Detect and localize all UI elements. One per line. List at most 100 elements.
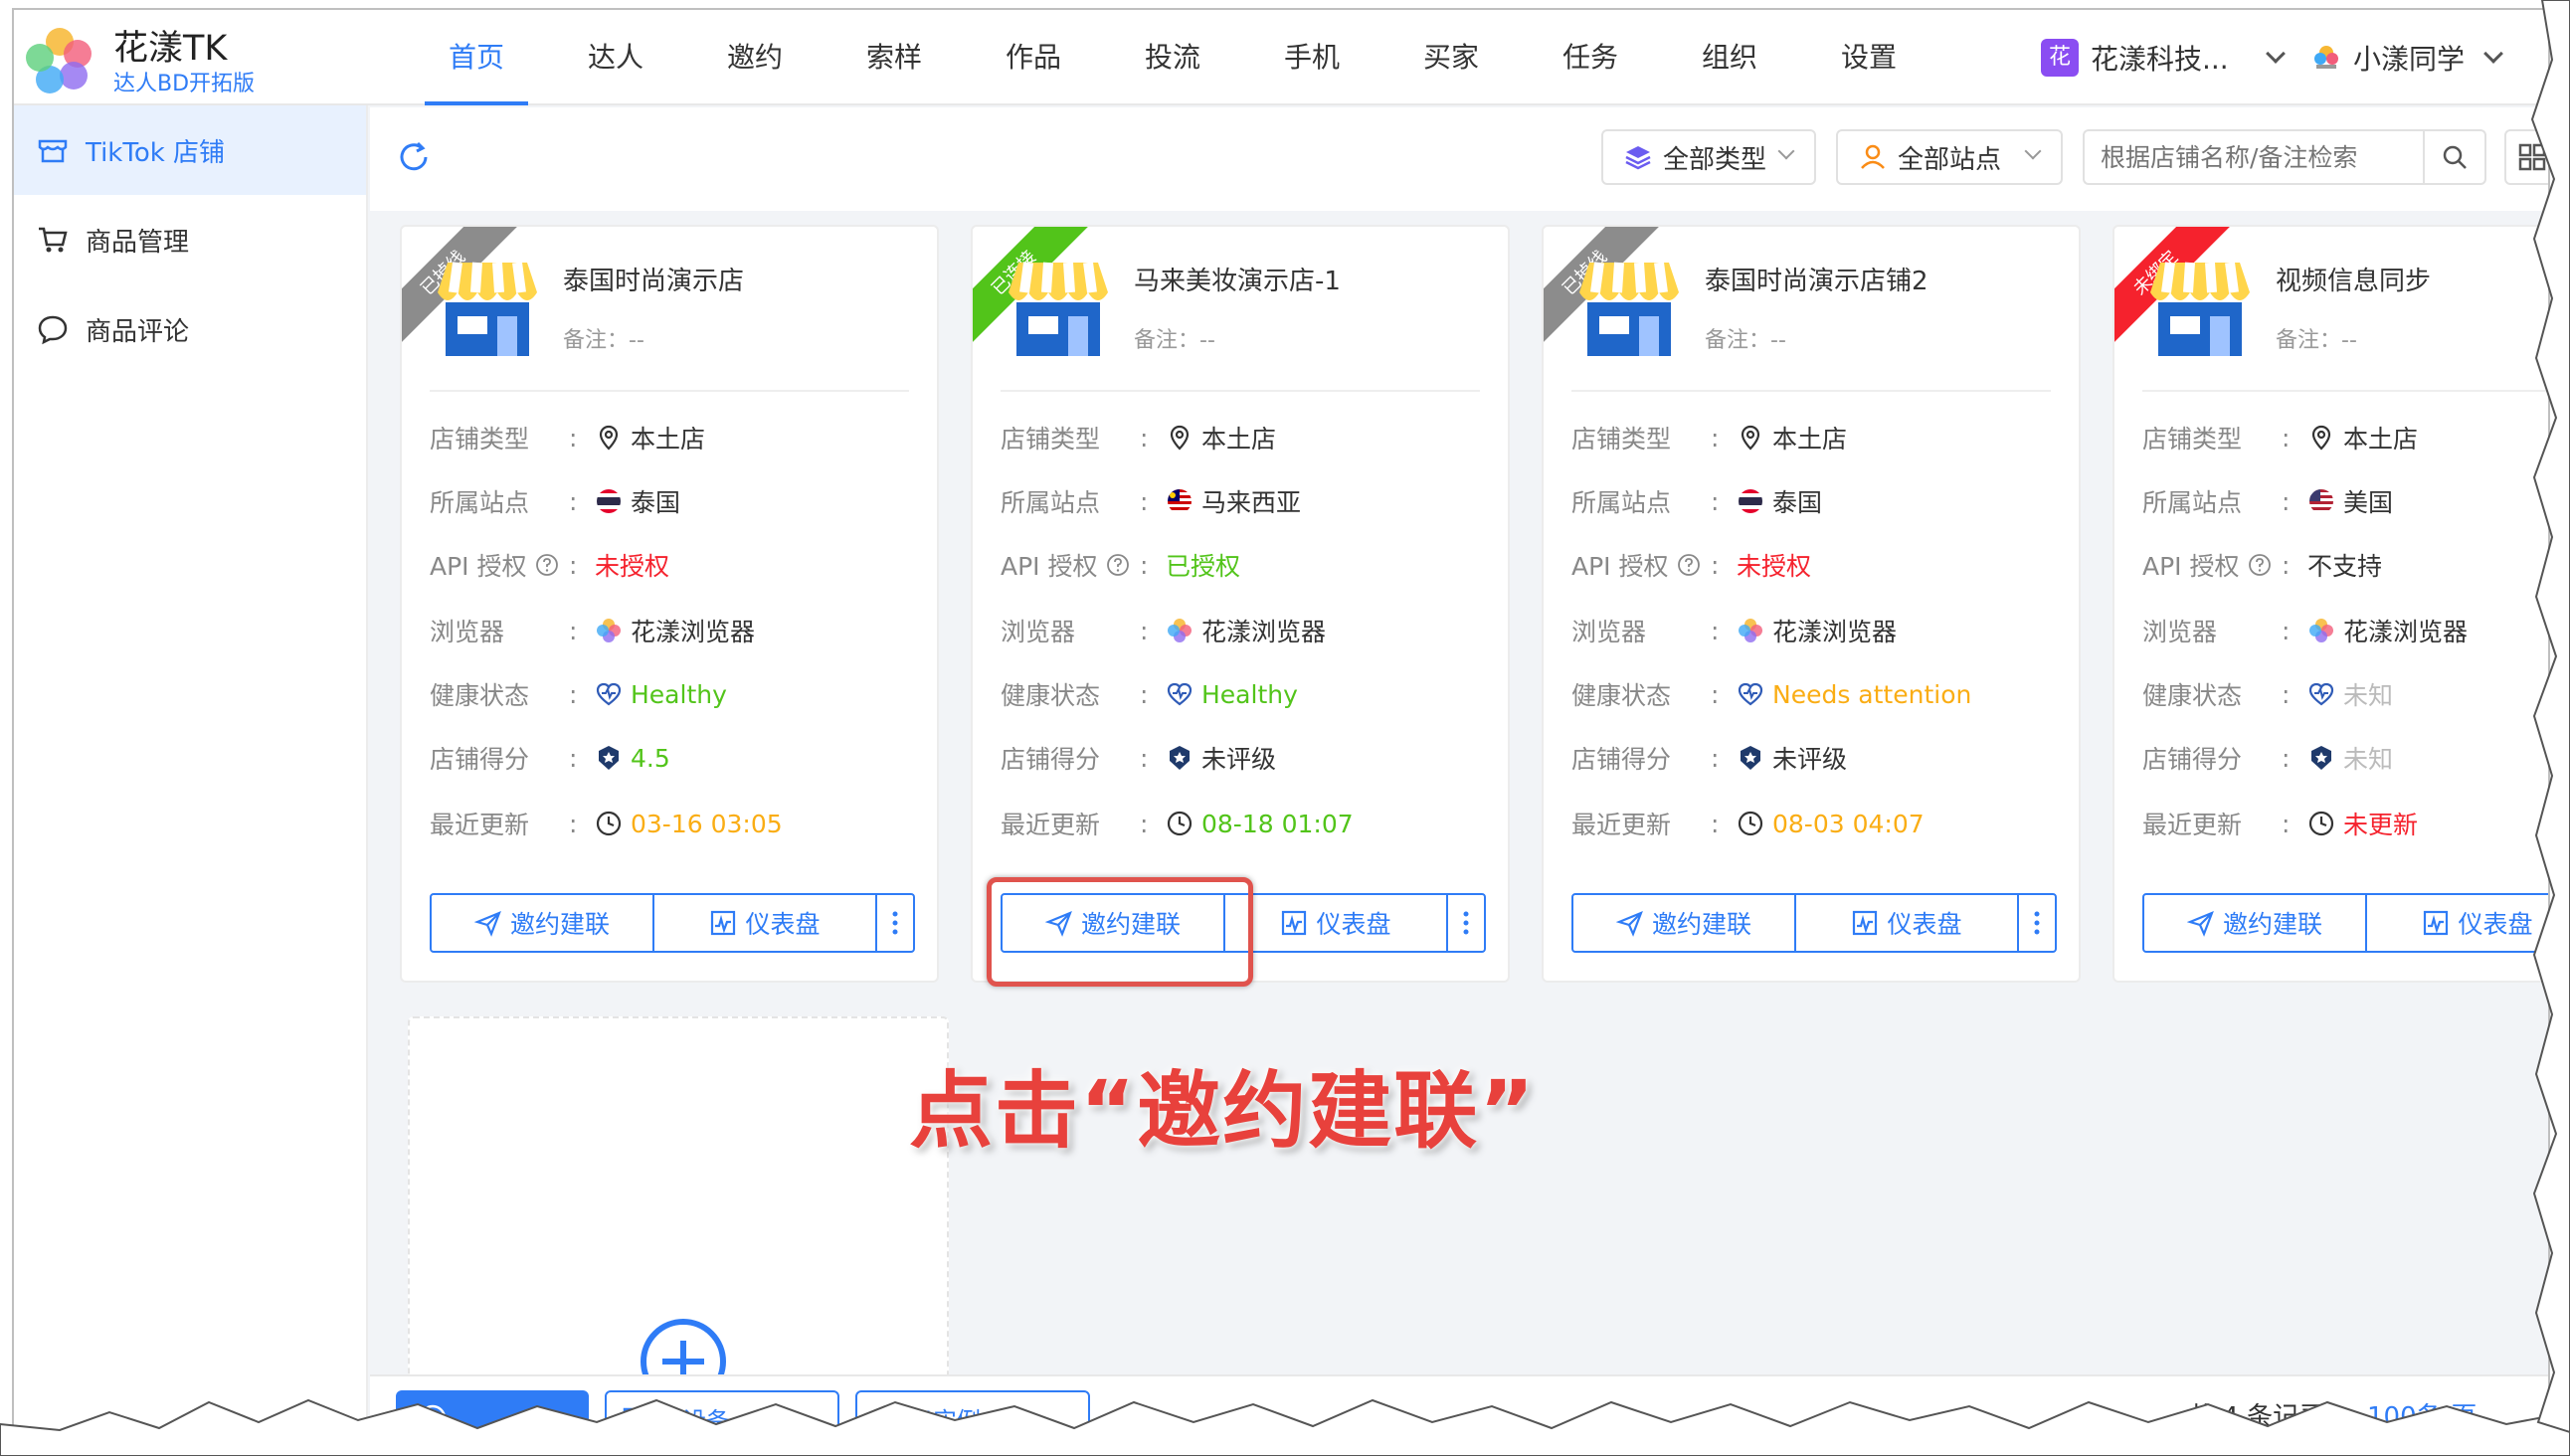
shop-card[interactable]: 已掉线 泰国时尚演示店 备注：-- 店铺类型 : 本土店 所属站点 : 泰国 API… xyxy=(400,225,939,983)
nav-home[interactable]: 首页 xyxy=(407,10,546,105)
info-label: 所属站点 xyxy=(2142,483,2282,519)
shop-name[interactable]: 泰国时尚演示店 xyxy=(563,261,744,297)
nav-samples[interactable]: 索样 xyxy=(825,10,964,105)
invite-button[interactable]: 邀约建联 xyxy=(1573,895,1796,951)
updated-row: 最近更新 : 未更新 xyxy=(2142,804,2548,843)
dashboard-button[interactable]: 仪表盘 xyxy=(654,895,877,951)
user-menu[interactable]: 小漾同学 xyxy=(2311,38,2503,78)
info-value-text: 已授权 xyxy=(1166,552,1241,581)
bottom-bar: 行设备 示实例 共 4 条记录 100条/页 xyxy=(370,1374,2548,1438)
score-badge-icon xyxy=(1741,746,1760,770)
info-colon: : xyxy=(2282,679,2291,709)
main-nav: 首页 达人 邀约 索样 作品 投流 手机 买家 任务 组织 设置 xyxy=(407,10,1938,105)
org-switcher[interactable]: 花 花漾科技... xyxy=(2041,38,2286,78)
heart-pulse-icon xyxy=(1167,682,1193,706)
shop-card[interactable]: 已掉线 泰国时尚演示店铺2 备注：-- 店铺类型 : 本土店 所属站点 : 泰国 A… xyxy=(1542,225,2081,983)
info-colon: : xyxy=(1140,809,1149,838)
info-colon: : xyxy=(2282,743,2291,773)
heart-pulse-icon xyxy=(2308,682,2334,706)
help-icon[interactable] xyxy=(1677,553,1701,577)
shop-name[interactable]: 马来美妆演示店-1 xyxy=(1134,261,1341,297)
help-icon[interactable] xyxy=(1106,553,1130,577)
more-button[interactable] xyxy=(2019,895,2055,951)
add-shop-button[interactable] xyxy=(396,1390,589,1438)
nav-settings[interactable]: 设置 xyxy=(1799,10,1938,105)
help-icon[interactable] xyxy=(535,553,559,577)
menu-collapse-icon[interactable] xyxy=(302,1408,330,1430)
nav-buyers[interactable]: 买家 xyxy=(1381,10,1521,105)
info-label-text: 所属站点 xyxy=(1001,488,1101,517)
info-label: 所属站点 xyxy=(430,483,569,519)
info-label: 店铺类型 xyxy=(1001,420,1140,455)
clock-icon xyxy=(2308,811,2334,836)
updated-row: 最近更新 : 03-16 03:05 xyxy=(430,804,917,843)
info-label-text: 最近更新 xyxy=(1571,811,1672,839)
device-button[interactable]: 行设备 xyxy=(605,1390,839,1438)
more-button[interactable] xyxy=(877,895,913,951)
dashboard-button[interactable]: 仪表盘 xyxy=(2367,895,2548,951)
dashboard-icon xyxy=(2424,910,2449,936)
help-icon[interactable] xyxy=(2248,553,2272,577)
info-colon: : xyxy=(1140,743,1149,773)
info-value: 美国 xyxy=(2307,483,2393,519)
invite-button[interactable]: 邀约建联 xyxy=(2144,895,2367,951)
nav-creators[interactable]: 达人 xyxy=(546,10,685,105)
shop-name[interactable]: 泰国时尚演示店铺2 xyxy=(1705,261,1928,297)
annotation-text: 点击“邀约建联” xyxy=(909,1062,1537,1160)
info-value: Healthy xyxy=(595,680,727,709)
nav-organization[interactable]: 组织 xyxy=(1660,10,1799,105)
storefront-icon xyxy=(2150,262,2250,356)
nav-phones[interactable]: 手机 xyxy=(1242,10,1381,105)
shop-card[interactable]: 已连接 马来美妆演示店-1 备注：-- 店铺类型 : 本土店 所属站点 : 马来西亚… xyxy=(971,225,1510,983)
info-label: 最近更新 xyxy=(1571,806,1711,841)
storefront-icon xyxy=(1579,262,1679,356)
info-colon: : xyxy=(1140,550,1149,580)
shop-card[interactable]: 未绑定 视频信息同步 备注：-- 店铺类型 : 本土店 所属站点 : 美国 API … xyxy=(2112,225,2548,983)
info-label-text: 所属站点 xyxy=(2142,488,2243,517)
shop-name[interactable]: 视频信息同步 xyxy=(2276,261,2431,297)
info-label-text: 店铺类型 xyxy=(1001,425,1101,454)
info-colon: : xyxy=(1140,423,1149,453)
more-button[interactable] xyxy=(1448,895,1484,951)
search-button[interactable] xyxy=(2423,129,2486,185)
shop-note: 备注：-- xyxy=(1134,328,1215,353)
more-vertical-icon xyxy=(892,911,898,935)
nav-invitations[interactable]: 邀约 xyxy=(685,10,825,105)
more-vertical-icon xyxy=(1463,911,1469,935)
nav-works[interactable]: 作品 xyxy=(964,10,1103,105)
browser-logo-icon xyxy=(597,619,621,642)
chevron-down-icon xyxy=(1777,142,1795,160)
sidebar-item-products[interactable]: 商品管理 xyxy=(14,195,366,284)
type-filter-select[interactable]: 全部类型 xyxy=(1601,129,1816,185)
storefront-icon xyxy=(1009,262,1108,356)
sidebar-item-label: TikTok 店铺 xyxy=(86,137,226,168)
info-label: 店铺类型 xyxy=(2142,420,2282,455)
info-colon: : xyxy=(569,486,578,516)
nav-tasks[interactable]: 任务 xyxy=(1521,10,1660,105)
sidebar-item-tiktok-shops[interactable]: TikTok 店铺 xyxy=(14,105,366,195)
info-value-text: 未评级 xyxy=(1772,745,1848,774)
info-value: 03-16 03:05 xyxy=(595,810,783,838)
info-colon: : xyxy=(1140,616,1149,645)
location-pin-icon xyxy=(1170,425,1190,451)
sidebar-item-reviews[interactable]: 商品评论 xyxy=(14,284,366,374)
nav-ads[interactable]: 投流 xyxy=(1103,10,1242,105)
page-size-select[interactable]: 100条/页 xyxy=(2367,1396,2477,1433)
clock-icon xyxy=(596,811,622,836)
info-label-text: API 授权 xyxy=(1571,552,1669,581)
invite-button[interactable]: 邀约建联 xyxy=(432,895,654,951)
refresh-icon[interactable] xyxy=(396,139,432,175)
info-colon: : xyxy=(569,743,578,773)
info-label: 最近更新 xyxy=(1001,806,1140,841)
info-label-text: API 授权 xyxy=(2142,552,2240,581)
dashboard-button[interactable]: 仪表盘 xyxy=(1225,895,1448,951)
score-row: 店铺得分 : 4.5 xyxy=(430,738,917,778)
shop-type-row: 店铺类型 : 本土店 xyxy=(2142,418,2548,457)
view-toggle-button[interactable] xyxy=(2504,129,2548,185)
dashboard-button[interactable]: 仪表盘 xyxy=(1796,895,2019,951)
site-row: 所属站点 : 马来西亚 xyxy=(1001,481,1488,521)
instance-button[interactable]: 示实例 xyxy=(855,1390,1090,1438)
site-filter-select[interactable]: 全部站点 xyxy=(1836,129,2063,185)
sidebar-item-label: 商品管理 xyxy=(86,227,190,258)
search-input[interactable] xyxy=(2083,129,2423,185)
